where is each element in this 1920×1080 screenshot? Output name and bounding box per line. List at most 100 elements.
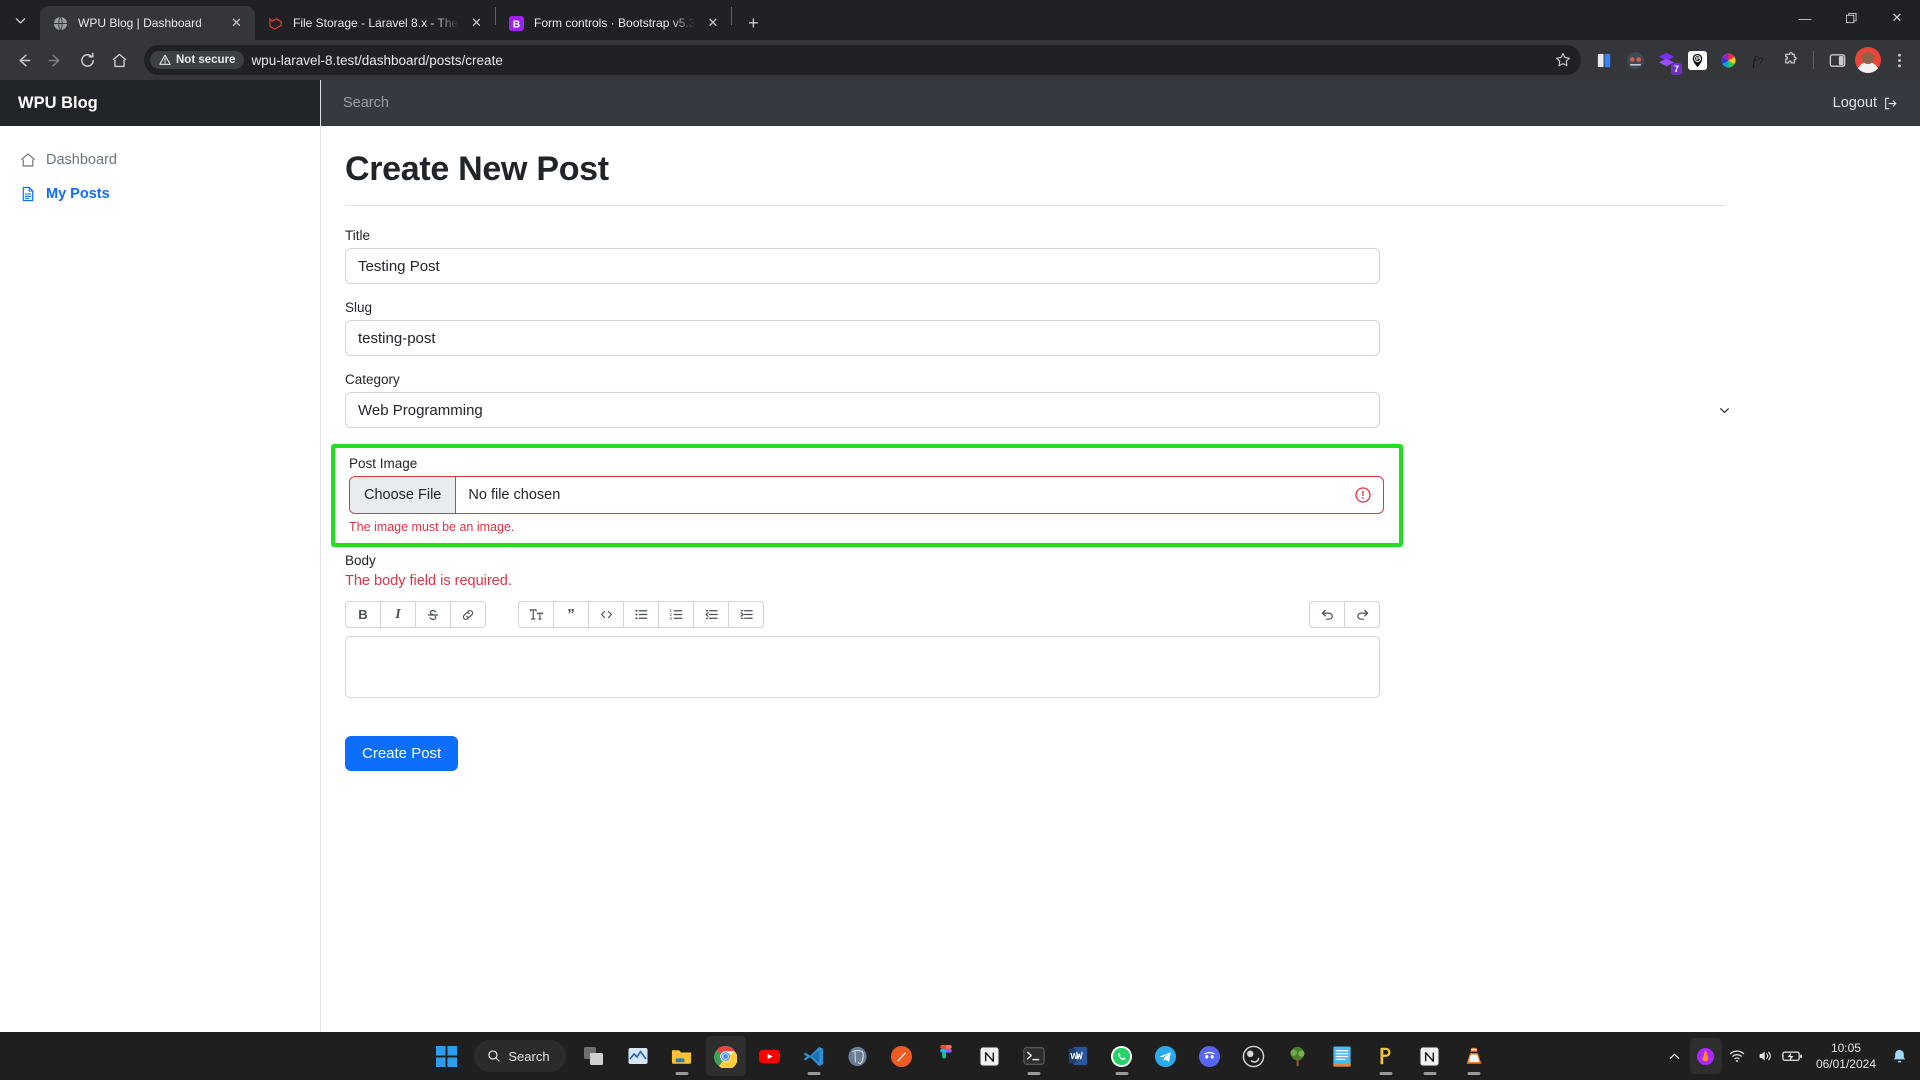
obs-studio-icon[interactable]: [1234, 1036, 1274, 1076]
widgets-icon[interactable]: [618, 1036, 658, 1076]
font-finder-extension-icon[interactable]: ƒ?: [1746, 47, 1772, 73]
beekeeper-studio-icon[interactable]: [1366, 1036, 1406, 1076]
minimize-icon[interactable]: —: [1782, 0, 1828, 36]
browser-tab-title: Form controls · Bootstrap v5.3: [534, 16, 696, 30]
create-post-button[interactable]: Create Post: [345, 736, 459, 771]
forward-icon[interactable]: [40, 45, 70, 75]
title-input[interactable]: Testing Post: [345, 248, 1380, 284]
profile-avatar[interactable]: [1855, 47, 1881, 73]
task-view-icon[interactable]: [574, 1036, 614, 1076]
editor-group-block: ” 123: [518, 601, 764, 628]
body-textarea[interactable]: [345, 636, 1380, 698]
terminal-icon[interactable]: [1014, 1036, 1054, 1076]
category-select[interactable]: Web Programming: [345, 392, 1380, 428]
battery-charging-icon[interactable]: [1780, 1040, 1806, 1072]
code-icon[interactable]: [588, 601, 624, 628]
word-icon[interactable]: W: [1058, 1036, 1098, 1076]
star-icon[interactable]: [1555, 52, 1571, 68]
chevron-up-icon[interactable]: [1662, 1040, 1688, 1072]
close-icon[interactable]: ✕: [468, 15, 485, 32]
italic-icon[interactable]: I: [380, 601, 416, 628]
figma-icon[interactable]: [926, 1036, 966, 1076]
youtube-icon[interactable]: [750, 1036, 790, 1076]
post-image-label: Post Image: [349, 456, 418, 471]
slug-label: Slug: [345, 300, 373, 315]
sidebar-item-dashboard[interactable]: Dashboard: [0, 143, 320, 177]
sidebar-item-my-posts[interactable]: My Posts: [0, 177, 320, 211]
wifi-icon[interactable]: [1724, 1040, 1750, 1072]
tab-search-button[interactable]: [0, 0, 40, 40]
bell-icon[interactable]: [1886, 1040, 1912, 1072]
taskbar-apps: Search W: [426, 1036, 1493, 1076]
new-tab-button[interactable]: +: [738, 8, 768, 38]
bullet-list-icon[interactable]: [623, 601, 659, 628]
home-icon[interactable]: [104, 45, 134, 75]
link-icon[interactable]: [450, 601, 486, 628]
taskbar-search[interactable]: Search: [474, 1040, 566, 1072]
content-area: Create New Post Title Testing Post Slug …: [321, 126, 1920, 1032]
avatar-extension-icon[interactable]: [1622, 47, 1648, 73]
close-icon[interactable]: ✕: [228, 15, 245, 32]
field-category: Category Web Programming: [345, 372, 1745, 428]
chrome-icon[interactable]: [705, 1036, 746, 1076]
reading-list-icon[interactable]: [1591, 47, 1617, 73]
logout-link[interactable]: Logout: [1833, 95, 1898, 111]
post-image-file-input[interactable]: Choose File No file chosen: [349, 476, 1384, 514]
url-text: wpu-laravel-8.test/dashboard/posts/creat…: [251, 52, 503, 68]
side-panel-icon[interactable]: [1824, 47, 1850, 73]
notion-icon[interactable]: [970, 1036, 1010, 1076]
clock-date: 06/01/2024: [1815, 1057, 1876, 1071]
text-size-icon[interactable]: [518, 601, 554, 628]
editor-toolbar: B I ” 1 2 3: [345, 601, 1380, 628]
stacks-extension-icon[interactable]: 7: [1653, 47, 1682, 75]
ip-locator-extension-icon[interactable]: IP: [1684, 47, 1710, 73]
vlc-icon[interactable]: [1454, 1036, 1494, 1076]
warning-triangle-icon: [159, 54, 171, 65]
undo-icon[interactable]: [1309, 601, 1345, 628]
color-picker-extension-icon[interactable]: [1715, 47, 1741, 73]
whatsapp-icon[interactable]: [1102, 1036, 1142, 1076]
strikethrough-icon[interactable]: [415, 601, 451, 628]
restore-icon[interactable]: [1828, 0, 1874, 36]
editor-group-inline: B I: [345, 601, 486, 628]
close-icon[interactable]: ✕: [704, 15, 721, 32]
svg-text:IP: IP: [1695, 56, 1699, 61]
svg-text:B: B: [513, 19, 520, 30]
choose-file-button[interactable]: Choose File: [350, 477, 457, 513]
kebab-menu-icon[interactable]: [1886, 47, 1912, 73]
redo-icon[interactable]: [1344, 601, 1380, 628]
browser-tab-0[interactable]: WPU Blog | Dashboard ✕: [40, 6, 255, 40]
windows-start-icon[interactable]: [426, 1036, 466, 1076]
close-icon[interactable]: ✕: [1874, 0, 1920, 36]
numbered-list-icon[interactable]: 123: [658, 601, 694, 628]
browser-window: WPU Blog | Dashboard ✕ File Storage - La…: [0, 0, 1920, 1032]
sourcetree-icon[interactable]: [1278, 1036, 1318, 1076]
address-bar[interactable]: Not secure wpu-laravel-8.test/dashboard/…: [144, 45, 1581, 75]
notepad-icon[interactable]: [1322, 1036, 1362, 1076]
firewall-app-icon[interactable]: [1689, 1038, 1722, 1074]
browser-tab-2[interactable]: B Form controls · Bootstrap v5.3 ✕: [496, 6, 731, 40]
browser-tab-1[interactable]: File Storage - Laravel 8.x - The P ✕: [255, 6, 495, 40]
postman-icon[interactable]: [882, 1036, 922, 1076]
outdent-icon[interactable]: [693, 601, 729, 628]
security-badge[interactable]: Not secure: [150, 51, 245, 69]
back-icon[interactable]: [8, 45, 38, 75]
discord-icon[interactable]: [1190, 1036, 1230, 1076]
reload-icon[interactable]: [72, 45, 102, 75]
postgresql-icon[interactable]: [838, 1036, 878, 1076]
indent-icon[interactable]: [728, 601, 764, 628]
bold-icon[interactable]: B: [345, 601, 381, 628]
file-explorer-icon[interactable]: [662, 1036, 702, 1076]
speaker-icon[interactable]: [1752, 1040, 1778, 1072]
blockquote-icon[interactable]: ”: [553, 601, 589, 628]
editor-group-history: [1309, 601, 1380, 628]
slug-input[interactable]: testing-post: [345, 320, 1380, 356]
puzzle-extensions-icon[interactable]: [1777, 47, 1803, 73]
post-image-error: The image must be an image.: [349, 520, 515, 534]
search-input[interactable]: Search: [343, 95, 389, 111]
notion-2-icon[interactable]: [1410, 1036, 1450, 1076]
vscode-icon[interactable]: [794, 1036, 834, 1076]
taskbar-clock[interactable]: 10:05 06/01/2024: [1808, 1040, 1884, 1072]
logout-label: Logout: [1832, 95, 1877, 111]
telegram-icon[interactable]: [1146, 1036, 1186, 1076]
